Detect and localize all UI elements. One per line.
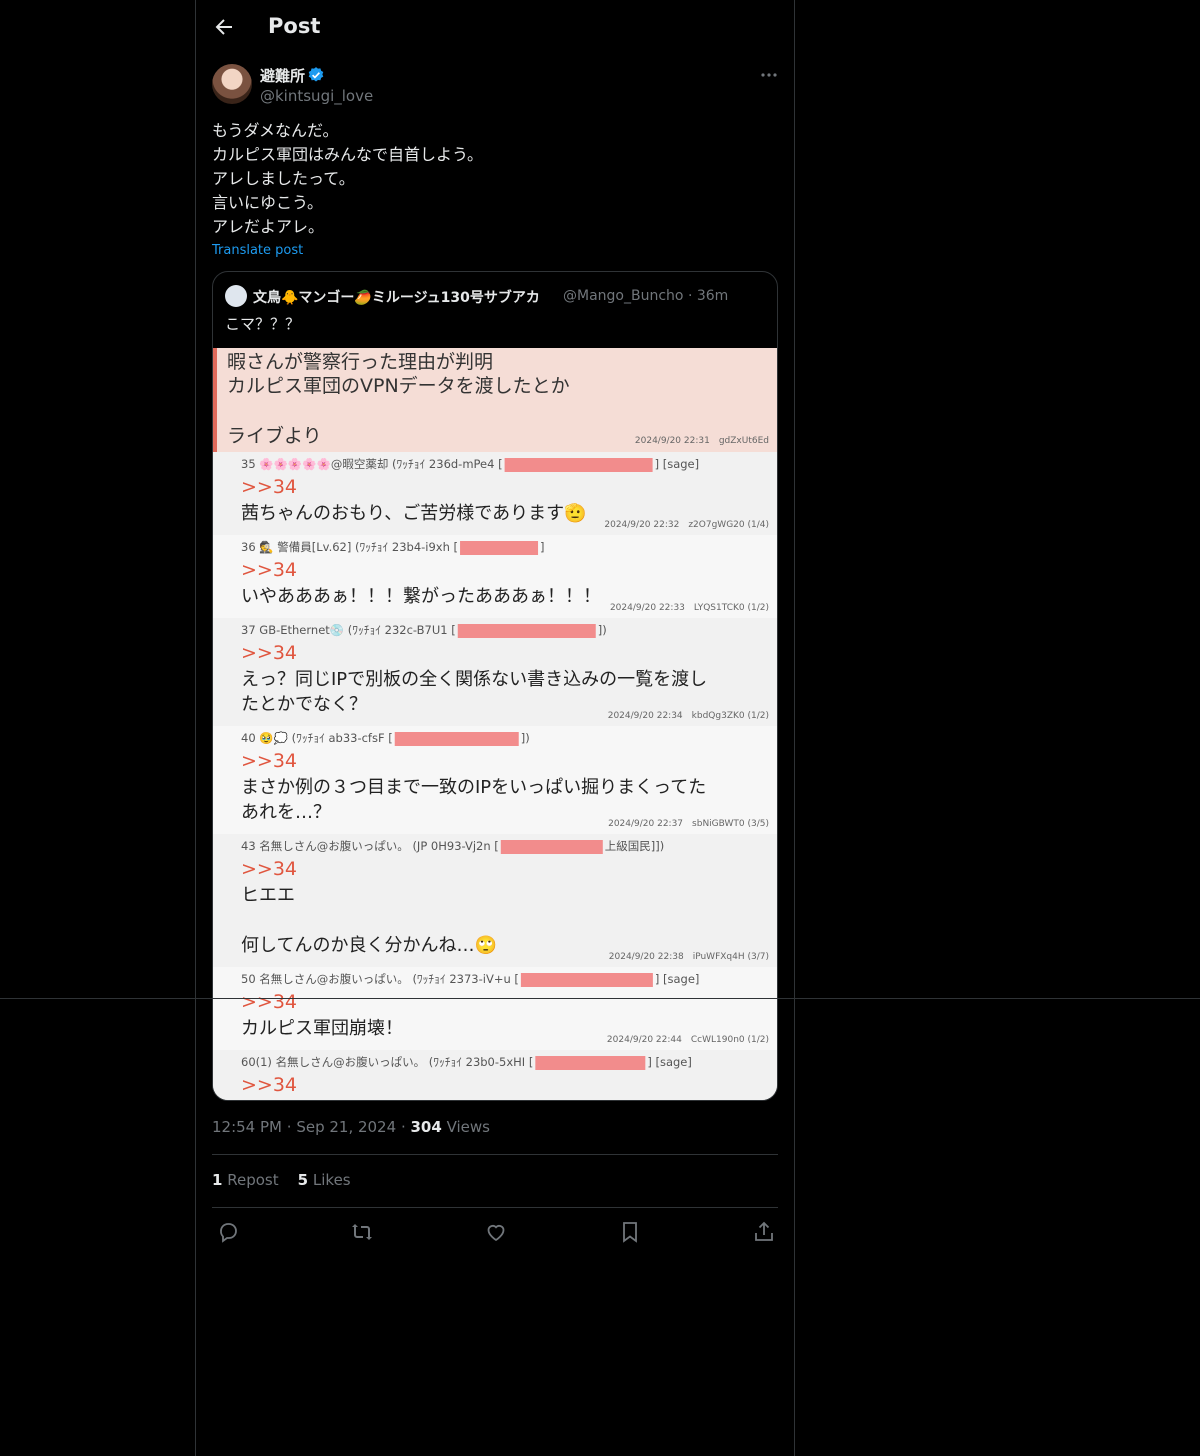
reply-text: ヒエエ <box>241 885 295 906</box>
likes-link[interactable]: 5 Likes <box>298 1171 351 1189</box>
redaction-bar <box>504 458 653 472</box>
reply-meta: 2024/9/20 22:33 LYQS1TCK0 (1/2) <box>610 603 769 613</box>
post-line: アレだよアレ。 <box>212 217 325 236</box>
likes-count: 5 <box>297 1171 309 1189</box>
like-icon[interactable] <box>484 1220 508 1244</box>
translate-post-link[interactable]: Translate post <box>212 243 303 258</box>
reply-anchor-link: >>34 <box>241 1074 297 1096</box>
reposts-link[interactable]: 1 Repost <box>212 1171 279 1189</box>
reply-text: カルピス軍団崩壊！ <box>241 1018 403 1039</box>
page-title: Post <box>268 14 321 38</box>
likes-label: Likes <box>312 1171 351 1189</box>
reply-meta: 2024/9/20 22:34 kbdQg3ZK0 (1/2) <box>608 711 769 721</box>
image-header-accent-bar <box>213 348 217 452</box>
share-icon[interactable] <box>752 1220 776 1244</box>
reply-text: たとかでなく？ <box>241 694 367 715</box>
views-label: Views <box>446 1118 490 1136</box>
post-time[interactable]: 12:54 PM <box>212 1118 282 1136</box>
author-name[interactable]: 避難所 <box>260 65 305 86</box>
post-line: もうダメなんだ。 <box>212 121 339 140</box>
post-meta: 12:54 PM · Sep 21, 2024 · 304 Views <box>212 1118 490 1136</box>
post-date[interactable]: Sep 21, 2024 <box>296 1118 396 1136</box>
repost-icon[interactable] <box>350 1220 374 1244</box>
views-count: 304 <box>410 1118 442 1136</box>
reply-header: 35 🌸🌸🌸🌸🌸@暇空薬却 (ﾜｯﾁｮｲ 236d-mPe4 [ <box>241 457 503 471</box>
verified-badge-icon <box>308 67 324 82</box>
reply-header: 37 GB-Ethernet💿 (ﾜｯﾁｮｲ 232c-B7U1 [ <box>241 623 456 637</box>
image-header-meta: 2024/9/20 22:31 gdZxUt6Ed <box>635 436 769 446</box>
reply-anchor-link: >>34 <box>241 559 297 581</box>
reply-text: いやあああぁ！！！繋がったあああぁ！！！ <box>241 586 601 607</box>
repost-count: 1 <box>212 1171 223 1189</box>
redaction-bar <box>457 624 596 638</box>
reply-header-tail: ]) <box>598 623 607 637</box>
reply-meta: 2024/9/20 22:37 sbNiGBWT0 (3/5) <box>608 819 769 829</box>
reply-header-tail: ] <box>540 540 545 554</box>
main-column: Post 避難所 @kintsugi_love もうダメなんだ。 カルピス軍団は… <box>195 0 795 1456</box>
divider <box>212 1154 778 1155</box>
redaction-bar <box>394 732 519 746</box>
reply-header: 50 名無しさん@お腹いっぱい。 (ﾜｯﾁｮｲ 2373-iV+u [ <box>241 972 519 986</box>
quoted-post-image[interactable]: 暇さんが警察行った理由が判明カルピス軍団のVPNデータを渡したとかライブより 20… <box>213 348 777 1100</box>
reply-text: まさか例の３つ目まで一致のIPをいっぱい掘りまくってた <box>241 777 706 798</box>
image-header-line: カルピス軍団のVPNデータを渡したとか <box>227 375 570 397</box>
reply-meta: 2024/9/20 22:38 iPuWFXq4H (3/7) <box>609 952 769 962</box>
reply-text: えっ？同じIPで別板の全く関係ない書き込みの一覧を渡し <box>241 669 707 690</box>
reply-text: あれを…？ <box>241 802 331 823</box>
reply-icon[interactable] <box>216 1220 240 1244</box>
redaction-bar <box>535 1056 646 1070</box>
reply-header: 60(1) 名無しさん@お腹いっぱい。 (ﾜｯﾁｮｲ 23b0-5xHI [ <box>241 1055 533 1069</box>
engagement-stats: 1 Repost 5 Likes <box>212 1171 351 1189</box>
quoted-author-meta: @Mango_Buncho · 36m <box>563 288 728 304</box>
quoted-author-handle: @Mango_Buncho <box>563 288 684 304</box>
post-line: カルピス軍団はみんなで自首しよう。 <box>212 145 484 164</box>
reply-anchor-link: >>34 <box>241 642 297 664</box>
bookmark-icon[interactable] <box>618 1220 642 1244</box>
redaction-bar <box>520 973 653 987</box>
reply-anchor-link: >>34 <box>241 476 297 498</box>
image-header-line: 暇さんが警察行った理由が判明 <box>227 351 493 373</box>
reply-meta: 2024/9/20 22:44 CcWL190n0 (1/2) <box>607 1035 769 1045</box>
author-handle[interactable]: @kintsugi_love <box>260 87 373 105</box>
reply-header-tail: ] [sage] <box>655 972 700 986</box>
top-bar: Post <box>196 0 794 54</box>
reply-header: 36 🕵 警備員[Lv.62] (ﾜｯﾁｮｲ 23b4-i9xh [ <box>241 540 458 554</box>
reply-header-tail: ]) <box>521 731 530 745</box>
post-line: 言いにゆこう。 <box>212 193 324 212</box>
quoted-post-text: こマ？？？ <box>225 315 301 333</box>
image-header-line: ライブより <box>227 424 322 447</box>
reply-text: 茜ちゃんのおもり、ご苦労様であります🫡 <box>241 502 587 524</box>
divider <box>212 1207 778 1208</box>
reply-header: 43 名無しさん@お腹いっぱい。 (JP 0H93-Vj2n [ <box>241 839 499 853</box>
reply-text: 何してんのか良く分かんね…🙄 <box>241 935 497 956</box>
quoted-post[interactable]: 文鳥🐥マンゴー🥭ミルージュ130号サブアカ @Mango_Buncho · 36… <box>212 271 778 1101</box>
dot-separator: · <box>286 1118 297 1136</box>
quoted-author-name: 文鳥🐥マンゴー🥭ミルージュ130号サブアカ <box>253 290 540 306</box>
post-text: もうダメなんだ。 カルピス軍団はみんなで自首しよう。 アレしましたって。 言いに… <box>212 119 483 239</box>
redaction-bar <box>500 840 603 854</box>
post-line: アレしましたって。 <box>212 169 355 188</box>
author-avatar[interactable] <box>212 64 252 104</box>
quoted-author-avatar <box>225 285 247 307</box>
reply-anchor-link: >>34 <box>241 750 297 772</box>
reply-header: 40 🥹💭 (ﾜｯﾁｮｲ ab33-cfsF [ <box>241 731 393 745</box>
back-arrow-icon[interactable] <box>212 15 236 39</box>
dot-separator: · <box>687 288 697 304</box>
reply-header-tail: ] [sage] <box>647 1055 692 1069</box>
more-options-icon[interactable] <box>758 66 780 84</box>
divider <box>0 998 1200 999</box>
reply-anchor-link: >>34 <box>241 858 297 880</box>
reply-header-tail: 上級国民]]) <box>605 839 664 853</box>
repost-label: Repost <box>227 1171 279 1189</box>
quoted-post-age: 36m <box>696 288 729 304</box>
reply-meta: 2024/9/20 22:32 z2O7gWG20 (1/4) <box>604 520 769 530</box>
redaction-bar <box>460 541 539 555</box>
reply-anchor-link: >>34 <box>241 991 297 1013</box>
reply-header-tail: ] [sage] <box>655 457 700 471</box>
